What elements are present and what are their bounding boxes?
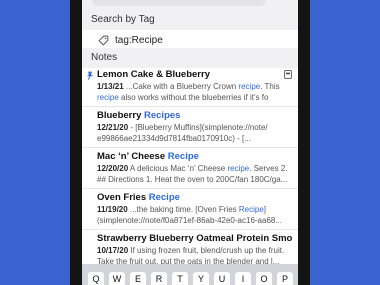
note-item[interactable]: Mac ‘n’ Cheese Recipe 12/20/20 A delicio… [82, 148, 298, 189]
note-item[interactable]: Blueberry Recipes 12/21/20 - [Blueberry … [82, 107, 298, 148]
on-screen-keyboard: Q W E R T Y U I O P [82, 264, 298, 285]
note-preview-line: (simplenote://note/f0a871ef-86ab-42e0-ac… [97, 216, 283, 225]
app-screen: Search by Tag tag:Recipe Notes Lemon Cak… [82, 0, 298, 285]
key-i[interactable]: I [235, 272, 251, 285]
note-snippet: A delicious Mac ‘n’ Cheese [128, 164, 228, 173]
key-y[interactable]: Y [193, 272, 209, 285]
search-by-tag-header: Search by Tag [82, 10, 298, 30]
note-preview-line: ## Directions 1. Heat the oven to 200C/f… [97, 175, 288, 184]
tag-label: tag:Recipe [115, 34, 163, 46]
note-snippet: ...Cake with a Blueberry Crown [123, 82, 239, 91]
note-title-text: Blueberry [97, 110, 144, 121]
note-item[interactable]: Oven Fries Recipe 11/19/20 ...the baking… [82, 189, 298, 230]
key-e[interactable]: E [130, 272, 146, 285]
note-title: Oven Fries Recipe [97, 192, 292, 204]
note-date: 1/13/21 [97, 82, 124, 91]
search-highlight: Recipe [148, 192, 180, 203]
search-highlight: Recipe [238, 205, 264, 214]
pin-icon [87, 71, 93, 80]
note-preview-line: 10/17/20 If using frozen fruit, blend/cr… [97, 245, 292, 256]
note-date: 12/20/20 [97, 164, 129, 173]
notes-list: Lemon Cake & Blueberry 1/13/21 ...Cake w… [82, 66, 298, 271]
search-highlight: recipe [227, 164, 250, 173]
tag-suggestion-row[interactable]: tag:Recipe [82, 30, 298, 50]
note-preview-line: 12/21/20 - [Blueberry Muffins](simplenot… [97, 122, 292, 133]
note-preview-line: 1/13/21 ...Cake with a Blueberry Crown r… [97, 81, 292, 92]
key-t[interactable]: T [172, 272, 188, 285]
note-snippet: . Serves 2. [249, 164, 288, 173]
note-snippet: ...the baking time. [Oven Fries [127, 205, 239, 214]
key-p[interactable]: P [277, 272, 293, 285]
note-preview-line: 12/20/20 A delicious Mac ‘n’ Cheese reci… [97, 163, 292, 174]
keyboard-top-row: Q W E R T Y U I O P [88, 272, 293, 285]
search-bar-area [82, 0, 298, 10]
note-snippet: - [Blueberry Muffins](simplenote://note/ [128, 123, 268, 132]
key-r[interactable]: R [151, 272, 167, 285]
key-w[interactable]: W [109, 272, 125, 285]
key-u[interactable]: U [214, 272, 230, 285]
search-highlight: Recipes [144, 110, 181, 121]
note-title: Mac ‘n’ Cheese Recipe [97, 151, 292, 163]
note-preview-line: e99866ae21334d9d7814fba0170910c) - [... [97, 134, 251, 143]
note-snippet: If using frozen fruit, blend/crush up th… [128, 246, 285, 255]
note-title: Blueberry Recipes [97, 110, 292, 122]
search-highlight: recipe [97, 93, 119, 102]
key-q[interactable]: Q [88, 272, 104, 285]
search-field[interactable] [92, 0, 266, 6]
note-title: Lemon Cake & Blueberry [97, 69, 210, 80]
note-title: Strawberry Blueberry Oatmeal Protein Smo… [97, 233, 292, 244]
key-o[interactable]: O [256, 272, 272, 285]
note-date: 10/17/20 [97, 246, 129, 255]
search-highlight: Recipe [167, 151, 199, 162]
notes-header: Notes [82, 48, 298, 68]
note-title-text: Mac ‘n’ Cheese [97, 151, 168, 162]
note-preview-line: 11/19/20 ...the baking time. [Oven Fries… [97, 204, 292, 215]
attachment-icon [284, 70, 292, 79]
note-snippet: . This [260, 82, 280, 91]
tag-icon [98, 35, 109, 45]
note-date: 11/19/20 [97, 205, 128, 214]
note-title-text: Oven Fries [97, 192, 149, 203]
search-highlight: recipe [238, 82, 261, 91]
note-preview-line: recipe also works without the blueberrie… [97, 92, 292, 103]
note-item[interactable]: Lemon Cake & Blueberry 1/13/21 ...Cake w… [82, 66, 298, 107]
note-snippet: also works without the blueberries if it… [118, 93, 269, 102]
note-snippet: ] [263, 205, 266, 214]
note-date: 12/21/20 [97, 123, 129, 132]
